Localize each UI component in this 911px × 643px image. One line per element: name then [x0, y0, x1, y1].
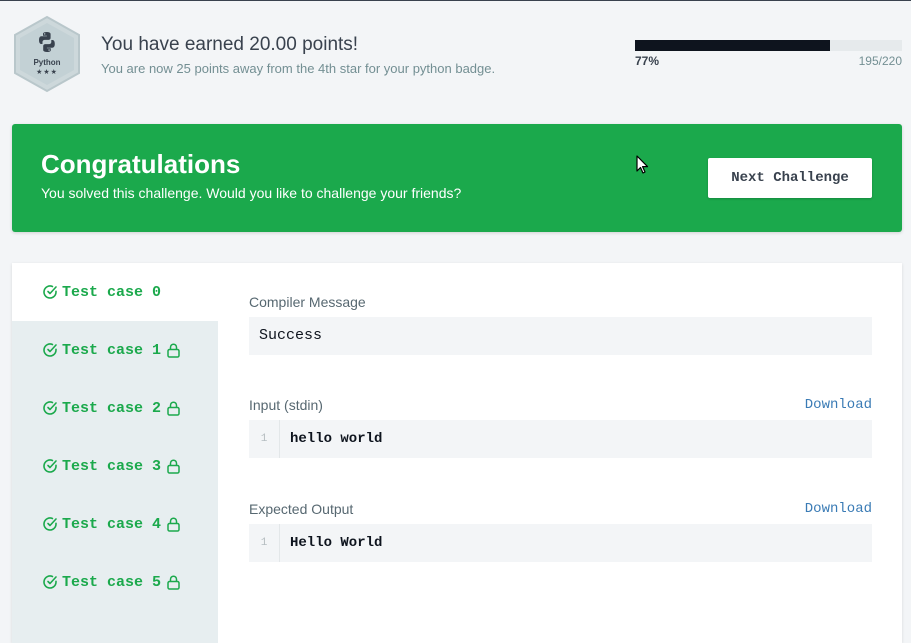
congrats-subtitle: You solved this challenge. Would you lik…: [41, 185, 462, 201]
check-circle-icon: [43, 285, 57, 299]
expected-text: Hello World: [290, 535, 383, 551]
lock-icon: [167, 575, 180, 590]
check-circle-icon: [43, 401, 57, 415]
badge-progress: 77% 195/220: [635, 40, 902, 68]
tab-test-case-2[interactable]: Test case 2: [12, 379, 218, 437]
progress-count: 195/220: [858, 54, 902, 68]
expected-code-box: 1 Hello World: [249, 524, 872, 562]
lock-icon: [167, 459, 180, 474]
test-results-panel: Test case 0 Test case 1 Test case 2 Test ca…: [12, 263, 902, 643]
lock-icon: [167, 401, 180, 416]
mouse-cursor-icon: [636, 155, 649, 174]
check-circle-icon: [43, 517, 57, 531]
expected-download-link[interactable]: Download: [805, 501, 872, 517]
badge-label: Python: [33, 58, 61, 67]
tab-test-case-0[interactable]: Test case 0: [12, 263, 219, 321]
tab-label: Test case 1: [62, 341, 162, 359]
line-number: 1: [249, 524, 280, 562]
tab-test-case-1[interactable]: Test case 1: [12, 321, 218, 379]
congratulations-banner: Congratulations You solved this challeng…: [12, 124, 902, 232]
input-download-link[interactable]: Download: [805, 397, 872, 413]
tab-label: Test case 2: [62, 399, 162, 417]
progress-fill: [635, 40, 831, 51]
expected-output-label: Expected Output: [249, 501, 354, 517]
tab-label: Test case 4: [62, 515, 162, 533]
next-challenge-button[interactable]: Next Challenge: [708, 158, 872, 198]
compiler-message: Success: [249, 317, 872, 355]
progress-percent: 77%: [635, 54, 660, 68]
tab-label: Test case 5: [62, 573, 162, 591]
tab-test-case-5[interactable]: Test case 5: [12, 553, 218, 611]
check-circle-icon: [43, 575, 57, 589]
test-case-tabs: Test case 0 Test case 1 Test case 2 Test ca…: [12, 263, 219, 643]
python-logo-icon: [39, 32, 55, 52]
tab-test-case-3[interactable]: Test case 3: [12, 437, 218, 495]
compiler-message-label: Compiler Message: [249, 294, 366, 310]
tab-label: Test case 3: [62, 457, 162, 475]
lock-icon: [167, 517, 180, 532]
python-badge[interactable]: Python ★★★: [12, 15, 82, 93]
line-number: 1: [249, 420, 280, 458]
input-label: Input (stdin): [249, 397, 323, 413]
input-code-box: 1 hello world: [249, 420, 872, 458]
input-text: hello world: [290, 431, 383, 447]
lock-icon: [167, 343, 180, 358]
progress-track: [635, 40, 902, 51]
congrats-title: Congratulations: [41, 149, 241, 179]
check-circle-icon: [43, 343, 57, 357]
badge-stars: ★★★: [36, 69, 58, 76]
tab-test-case-4[interactable]: Test case 4: [12, 495, 218, 553]
tab-label: Test case 0: [62, 283, 162, 301]
badge-hexagon-icon: [14, 15, 80, 93]
points-earned-title: You have earned 20.00 points!: [101, 34, 359, 55]
score-header: Python ★★★ You have earned 20.00 points!…: [0, 1, 911, 111]
check-circle-icon: [43, 459, 57, 473]
points-subtitle: You are now 25 points away from the 4th …: [101, 61, 496, 76]
